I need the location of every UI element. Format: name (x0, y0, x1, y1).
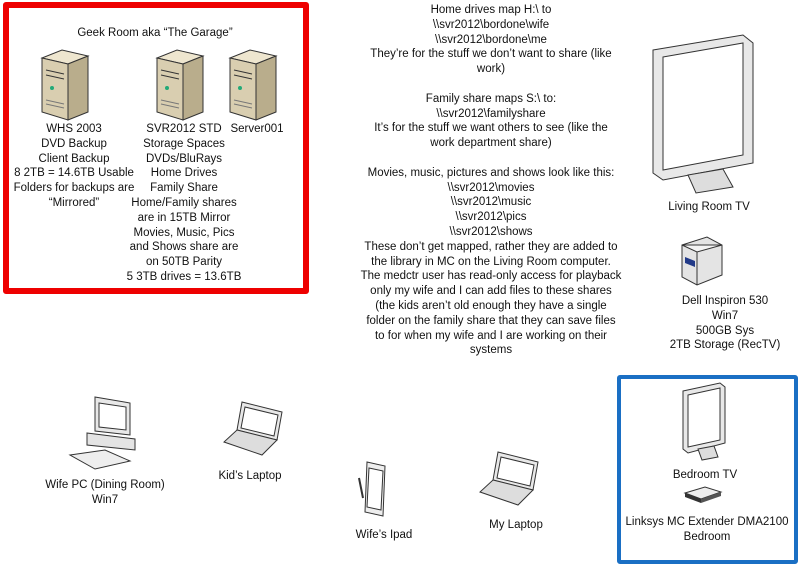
text-line: (the kids aren’t old enough they have a … (375, 299, 607, 312)
text-line: work) (476, 63, 506, 76)
notes-text: Home drives map H:\ to \\svr2012\bordone\… (361, 3, 622, 358)
text-line: These don’t get mapped, rather they are … (364, 240, 618, 253)
text-line: \\svr2012\movies (447, 181, 535, 194)
text-line: Client Backup (38, 152, 110, 165)
text-line: Win7 (91, 493, 119, 506)
text-line: Family share maps S:\ to: (425, 92, 557, 105)
text-line: Family Share (150, 182, 218, 195)
geek-room-title: Geek Room aka “The Garage” (77, 27, 233, 39)
text-line: \\svr2012\shows (449, 225, 533, 238)
text-line: DVD Backup (41, 137, 107, 150)
text-line: Living Room TV (668, 201, 750, 213)
text-line: \\svr2012\familyshare (436, 107, 546, 120)
text-line: Dell Inspiron 530 (681, 295, 769, 307)
text-line: Home drives map H:\ to (430, 4, 552, 16)
dell-label: Dell Inspiron 530 Win7 500GB Sys 2TB Storag… (670, 294, 781, 353)
text-line: \\svr2012\bordone\wife (432, 18, 550, 31)
text-line: on 50TB Parity (145, 256, 223, 269)
text-line: Storage Spaces (143, 137, 225, 150)
text-line: Movies, music, pictures and shows look l… (367, 166, 615, 179)
text-line: Server001 (230, 123, 284, 135)
text-line: Linksys MC Extender DMA2100 (625, 516, 789, 528)
living-room-tv-label: Living Room TV (668, 200, 750, 215)
text-line: \\svr2012\pics (455, 211, 527, 224)
text-line: are in 15TB Mirror (137, 211, 231, 224)
text-line: Win7 (711, 309, 739, 322)
text-line: SVR2012 STD (146, 123, 222, 135)
text-line: WHS 2003 (46, 123, 102, 135)
text-line: and Shows share are (129, 241, 239, 254)
text-line: Home Drives (150, 167, 218, 180)
text-line: Home/Family shares (131, 196, 237, 209)
text-line: “Mirrored” (48, 196, 100, 209)
text-line: only my wife and I can add files to thes… (370, 285, 612, 298)
text-line: Wife PC (Dining Room) (45, 479, 165, 491)
server-label-server001: Server001 (230, 122, 283, 137)
laptop-icon (223, 401, 283, 456)
desktop-box-icon (681, 236, 723, 286)
text-line: 8 2TB = 14.6TB Usable (14, 167, 134, 180)
text-line: It’s for the stuff we want others to see… (374, 122, 608, 135)
kids-laptop-label: Kid’s Laptop (218, 469, 281, 484)
tablet-icon (358, 461, 386, 517)
desktop-pc-icon (68, 396, 136, 470)
text-line: Bedroom TV (672, 469, 738, 481)
text-line: 5 3TB drives = 13.6TB (126, 270, 242, 283)
server-label-svr2012: SVR2012 STD Storage Spaces DVDs/BluRays Hom… (127, 122, 242, 285)
linksys-label: Linksys MC Extender DMA2100 Bedroom (626, 515, 789, 545)
text-line: My Laptop (489, 519, 543, 531)
text-line: They’re for the stuff we don’t want to s… (370, 48, 612, 61)
text-line: \\svr2012\bordone\me (435, 33, 547, 46)
server-label-whs: WHS 2003 DVD Backup Client Backup 8 2TB = 1… (14, 122, 135, 211)
network-diagram: Geek Room aka “The Garage” WHS 2003 DVD B… (0, 0, 800, 566)
text-line: Kid’s Laptop (218, 470, 282, 482)
text-line: to for when my wife and I are working on… (374, 329, 608, 342)
text-line: the library in MC on the Living Room com… (371, 255, 611, 268)
server-tower-icon (228, 49, 278, 121)
text-line: work department share) (430, 137, 552, 150)
server-tower-icon (40, 49, 90, 121)
monitor-icon (682, 382, 726, 461)
text-line: 500GB Sys (695, 324, 755, 337)
text-line: Wife’s Ipad (355, 529, 413, 541)
text-line: 2TB Storage (RecTV) (669, 339, 781, 352)
my-laptop-label: My Laptop (489, 518, 543, 533)
wife-pc-label: Wife PC (Dining Room) Win7 (45, 478, 165, 508)
text-line: Movies, Music, Pics (133, 226, 235, 239)
text-line: systems (469, 344, 513, 357)
text-line (361, 151, 622, 166)
monitor-icon (652, 34, 754, 194)
wifes-ipad-label: Wife’s Ipad (356, 528, 413, 543)
text-line: The medctr user has read-only access for… (360, 270, 622, 283)
server-tower-icon (155, 49, 205, 121)
text-line: Bedroom (683, 530, 731, 543)
text-line: folder on the family share that they can… (366, 314, 616, 327)
text-line: Folders for backups are (13, 182, 135, 195)
text-line: DVDs/BluRays (145, 152, 223, 165)
text-line: \\svr2012\music (450, 196, 532, 209)
text-line (361, 77, 622, 92)
bedroom-tv-label: Bedroom TV (673, 468, 737, 483)
media-extender-icon (683, 486, 723, 503)
laptop-icon (479, 451, 539, 506)
